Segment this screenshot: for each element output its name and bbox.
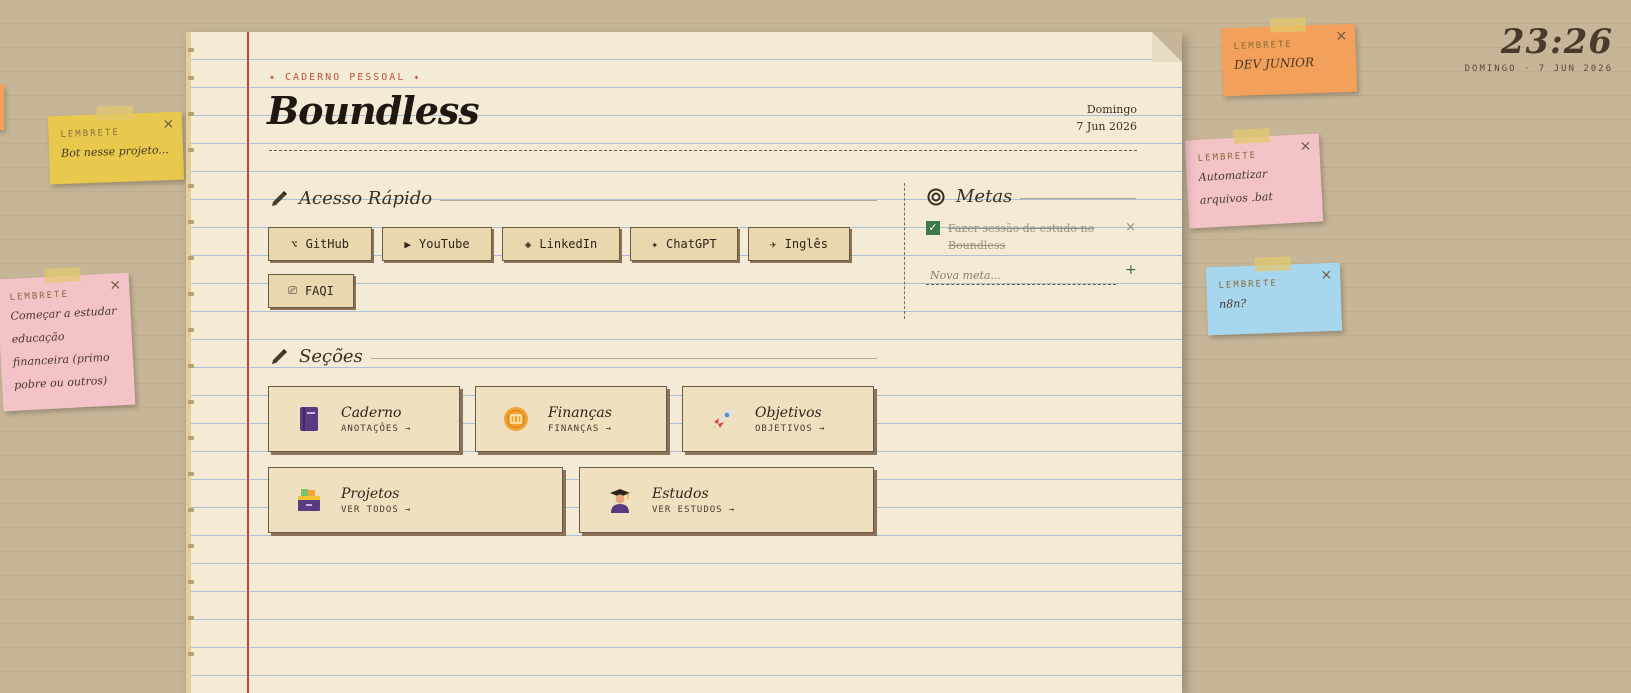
github-button[interactable]: ⌥ GitHub [268, 227, 372, 261]
goal-checkbox[interactable]: ✓ [926, 221, 940, 235]
binding-holes [188, 32, 196, 693]
close-icon[interactable]: × [162, 116, 174, 132]
rocket-icon [712, 409, 733, 430]
button-label: YouTube [419, 237, 470, 251]
plane-icon: ✈ [770, 237, 777, 251]
sticky-note-bat[interactable]: LEMBRETE Automatizar arquivos .bat × [1184, 128, 1324, 229]
new-goal-input[interactable] [926, 267, 1116, 285]
section-title: Metas [956, 186, 1013, 207]
chatgpt-button[interactable]: ✦ ChatGPT [630, 227, 738, 261]
graduate-icon [610, 489, 630, 513]
section-title: Seções [299, 346, 363, 367]
note-text: Bot nesse projeto... [60, 143, 170, 160]
button-label: Inglês [784, 237, 828, 251]
card-projetos[interactable]: Projetos VER TODOS → [268, 467, 563, 533]
notebook-page: ✦ CADERNO PESSOAL ✦ Boundless Domingo 7 … [186, 32, 1182, 693]
sticky-note-partial [0, 84, 4, 130]
pencil-icon [272, 190, 287, 206]
close-icon[interactable]: × [1320, 267, 1332, 283]
diamond-icon: ◈ [524, 237, 532, 251]
goal-item: ✓ Fazer sessão de estudo no Boundless × [926, 220, 1136, 254]
clock: 23:26 DOMINGO · 7 JUN 2026 [1465, 22, 1613, 74]
target-icon [927, 188, 945, 205]
card-title: Finanças [548, 404, 612, 421]
play-icon: ▶ [404, 237, 412, 251]
sticky-note-n8n[interactable]: LEMBRETE n8n? × [1205, 256, 1343, 336]
card-estudos[interactable]: Estudos VER ESTUDOS → [579, 467, 874, 533]
tape [1269, 17, 1307, 33]
card-title: Projetos [341, 485, 400, 502]
sticky-note-finance[interactable]: LEMBRETE Começar a estudar educação fina… [0, 267, 136, 412]
note-text: n8n? [1218, 296, 1247, 311]
button-label: FAQI [304, 284, 334, 298]
coin-icon [504, 407, 528, 431]
card-subtitle: FINANÇAS → [548, 423, 613, 434]
button-label: LinkedIn [539, 237, 598, 251]
goal-text: Fazer sessão de estudo no Boundless [948, 222, 1095, 252]
heading-rule [1020, 198, 1136, 199]
tape [44, 267, 81, 284]
divider [269, 150, 1137, 151]
close-icon[interactable]: × [1299, 138, 1312, 155]
linkedin-button[interactable]: ◈ LinkedIn [502, 227, 620, 261]
pencil-icon [272, 348, 287, 364]
card-caderno[interactable]: Caderno ANOTAÇÕES → [268, 386, 460, 452]
card-title: Estudos [652, 485, 709, 502]
note-text: Automatizar arquivos .bat [1198, 167, 1274, 207]
tape [96, 105, 134, 121]
goals-heading: Metas [926, 186, 1136, 207]
tape [1254, 256, 1292, 272]
heading-rule [370, 358, 877, 359]
margin-line [247, 32, 249, 693]
faqi-button[interactable]: ⎚ FAQI [268, 274, 354, 308]
date-block: Domingo 7 Jun 2026 [1076, 101, 1137, 135]
ingles-button[interactable]: ✈ Inglês [748, 227, 850, 261]
clock-time: 23:26 [1500, 22, 1613, 62]
remove-goal-icon[interactable]: × [1125, 220, 1136, 235]
page-title: Boundless [267, 88, 480, 133]
quick-access-heading: Acesso Rápido [269, 188, 877, 209]
youtube-button[interactable]: ▶ YouTube [382, 227, 492, 261]
page-fold [1152, 32, 1182, 62]
button-label: ChatGPT [666, 237, 717, 251]
card-box-icon [298, 489, 320, 511]
monitor-icon: ⎚ [288, 284, 297, 297]
sticky-note-bot[interactable]: LEMBRETE Bot nesse projeto... × [47, 105, 185, 185]
card-subtitle: VER TODOS → [341, 504, 412, 515]
card-subtitle: OBJETIVOS → [755, 423, 826, 434]
heading-rule [440, 200, 877, 201]
card-title: Objetivos [755, 404, 822, 421]
card-subtitle: VER ESTUDOS → [652, 504, 736, 515]
day-name: Domingo [1086, 103, 1137, 116]
book-icon [300, 407, 318, 431]
sections-heading: Seções [269, 346, 877, 367]
card-subtitle: ANOTAÇÕES → [341, 423, 412, 434]
sticky-note-dev-junior[interactable]: LEMBRETE DEV JUNIOR × [1220, 17, 1358, 97]
column-divider [904, 183, 905, 319]
section-title: Acesso Rápido [299, 188, 433, 209]
note-text: DEV JUNIOR [1233, 55, 1315, 72]
branch-icon: ⌥ [291, 237, 298, 251]
date-text: 7 Jun 2026 [1076, 120, 1137, 133]
card-financas[interactable]: Finanças FINANÇAS → [475, 386, 667, 452]
clock-date: DOMINGO · 7 JUN 2026 [1464, 64, 1613, 74]
note-text: Começar a estudar educação financeira (p… [10, 304, 117, 392]
close-icon[interactable]: × [109, 277, 122, 294]
eyebrow: ✦ CADERNO PESSOAL ✦ [269, 72, 422, 83]
tape [1233, 128, 1270, 144]
button-label: GitHub [305, 237, 349, 251]
card-objetivos[interactable]: Objetivos OBJETIVOS → [682, 386, 874, 452]
card-title: Caderno [341, 404, 402, 421]
sparkle-icon: ✦ [651, 237, 659, 251]
close-icon[interactable]: × [1335, 28, 1347, 44]
add-goal-button[interactable]: + [1125, 262, 1137, 278]
